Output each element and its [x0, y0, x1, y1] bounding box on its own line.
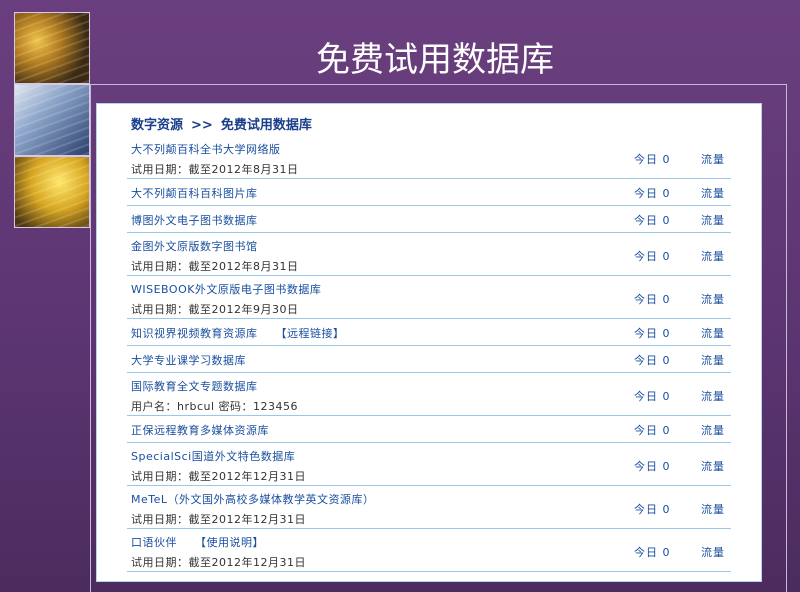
trial-info: 试用日期：截至2012年12月31日	[131, 513, 306, 526]
database-title-link[interactable]: 知识视界视频教育资源库 【远程链接】	[131, 325, 345, 341]
database-list-panel: 数字资源 >> 免费试用数据库 大不列颠百科全书大学网络版试用日期：截至2012年8…	[96, 103, 762, 582]
hands-photo	[14, 12, 90, 84]
database-row: 大不列颠百科百科图片库 今日 0 流量	[127, 179, 731, 206]
today-count: 今日 0	[634, 390, 671, 403]
today-count: 今日 0	[634, 503, 671, 516]
trial-info: 试用日期：截至2012年12月31日	[131, 470, 306, 483]
today-count: 今日 0	[634, 327, 671, 340]
decorative-photo-strip	[14, 12, 90, 228]
trial-info: 试用日期：截至2012年9月30日	[131, 303, 299, 316]
database-title-text: MeTeL（外文国外高校多媒体教学英文资源库）	[131, 493, 375, 506]
today-count: 今日 0	[634, 250, 671, 263]
database-title-link[interactable]: WISEBOOK外文原版电子图书数据库	[131, 281, 321, 297]
traffic-link[interactable]: 流量	[701, 458, 725, 474]
database-title-text: 知识视界视频教育资源库	[131, 327, 258, 340]
database-title-text: 博图外文电子图书数据库	[131, 214, 258, 227]
traffic-link[interactable]: 流量	[701, 325, 725, 341]
slide-title: 免费试用数据库	[316, 40, 554, 80]
database-title-link[interactable]: 博图外文电子图书数据库	[131, 212, 258, 228]
database-list: 大不列颠百科全书大学网络版 试用日期：截至2012年8月31日 今日 0 流量 大不列颠…	[127, 136, 731, 572]
today-count: 今日 0	[634, 354, 671, 367]
database-row: 口语伙伴 【使用说明】试用日期：截至2012年12月31日 今日 0 流量	[127, 529, 731, 572]
frame-line	[786, 84, 787, 592]
extra-link[interactable]: 【远程链接】	[276, 327, 345, 340]
traffic-link[interactable]: 流量	[701, 544, 725, 560]
trial-info: 试用日期：截至2012年8月31日	[131, 260, 299, 273]
database-title-link[interactable]: 大不列颠百科百科图片库	[131, 185, 258, 201]
calculator-glasses-photo	[14, 84, 90, 156]
traffic-link[interactable]: 流量	[701, 352, 725, 368]
database-title-text: 大不列颠百科百科图片库	[131, 187, 258, 200]
breadcrumb-parent-link[interactable]: 数字资源	[131, 118, 183, 133]
database-row: 知识视界视频教育资源库 【远程链接】 今日 0 流量	[127, 319, 731, 346]
today-count: 今日 0	[634, 460, 671, 473]
traffic-link[interactable]: 流量	[701, 291, 725, 307]
database-title-text: 金图外文原版数字图书馆	[131, 240, 258, 253]
traffic-link[interactable]: 流量	[701, 248, 725, 264]
database-title-link[interactable]: 大不列颠百科全书大学网络版	[131, 141, 281, 157]
traffic-link[interactable]: 流量	[701, 212, 725, 228]
database-title-link[interactable]: 口语伙伴 【使用说明】	[131, 534, 264, 550]
database-title-text: 国际教育全文专题数据库	[131, 380, 258, 393]
database-title-link[interactable]: 国际教育全文专题数据库	[131, 378, 258, 394]
database-title-link[interactable]: SpecialSci国道外文特色数据库	[131, 448, 295, 464]
today-count: 今日 0	[634, 187, 671, 200]
database-row: 正保远程教育多媒体资源库 今日 0 流量	[127, 416, 731, 443]
database-title-text: 口语伙伴	[131, 536, 177, 549]
database-row: 大不列颠百科全书大学网络版试用日期：截至2012年8月31日 今日 0 流量	[127, 136, 731, 179]
extra-link[interactable]: 【使用说明】	[195, 536, 264, 549]
breadcrumb-separator: >>	[191, 118, 213, 133]
today-count: 今日 0	[634, 546, 671, 559]
frame-line	[90, 84, 786, 85]
database-row: MeTeL（外文国外高校多媒体教学英文资源库） 试用日期：截至2012年12月31…	[127, 486, 731, 529]
database-title-link[interactable]: 大学专业课学习数据库	[131, 352, 246, 368]
trial-info: 试用日期：截至2012年12月31日	[131, 556, 306, 569]
glasses-paper-photo	[14, 156, 90, 228]
today-count: 今日 0	[634, 214, 671, 227]
database-row: 国际教育全文专题数据库用户名：hrbcul 密码：123456 今日 0 流量	[127, 373, 731, 416]
database-row: WISEBOOK外文原版电子图书数据库 试用日期：截至2012年9月30日 今日 0…	[127, 276, 731, 319]
database-title-link[interactable]: 金图外文原版数字图书馆	[131, 238, 258, 254]
trial-info: 用户名：hrbcul 密码：123456	[131, 400, 299, 413]
today-count: 今日 0	[634, 153, 671, 166]
database-title-text: 大学专业课学习数据库	[131, 354, 246, 367]
trial-info: 试用日期：截至2012年8月31日	[131, 163, 299, 176]
breadcrumb-current: 免费试用数据库	[220, 118, 312, 133]
database-row: SpecialSci国道外文特色数据库 试用日期：截至2012年12月31日 今日 …	[127, 443, 731, 486]
database-title-text: SpecialSci国道外文特色数据库	[131, 450, 296, 463]
database-title-text: WISEBOOK外文原版电子图书数据库	[131, 283, 322, 296]
breadcrumb: 数字资源 >> 免费试用数据库	[131, 114, 312, 133]
database-row: 大学专业课学习数据库 今日 0 流量	[127, 346, 731, 373]
database-title-link[interactable]: 正保远程教育多媒体资源库	[131, 422, 269, 438]
database-row: 博图外文电子图书数据库 今日 0 流量	[127, 206, 731, 233]
traffic-link[interactable]: 流量	[701, 151, 725, 167]
database-title-text: 正保远程教育多媒体资源库	[131, 424, 269, 437]
today-count: 今日 0	[634, 424, 671, 437]
traffic-link[interactable]: 流量	[701, 422, 725, 438]
database-title-text: 大不列颠百科全书大学网络版	[131, 143, 281, 156]
traffic-link[interactable]: 流量	[701, 388, 725, 404]
database-title-link[interactable]: MeTeL（外文国外高校多媒体教学英文资源库）	[131, 491, 375, 507]
traffic-link[interactable]: 流量	[701, 185, 725, 201]
traffic-link[interactable]: 流量	[701, 501, 725, 517]
today-count: 今日 0	[634, 293, 671, 306]
frame-line	[90, 84, 91, 592]
database-row: 金图外文原版数字图书馆试用日期：截至2012年8月31日 今日 0 流量	[127, 233, 731, 276]
